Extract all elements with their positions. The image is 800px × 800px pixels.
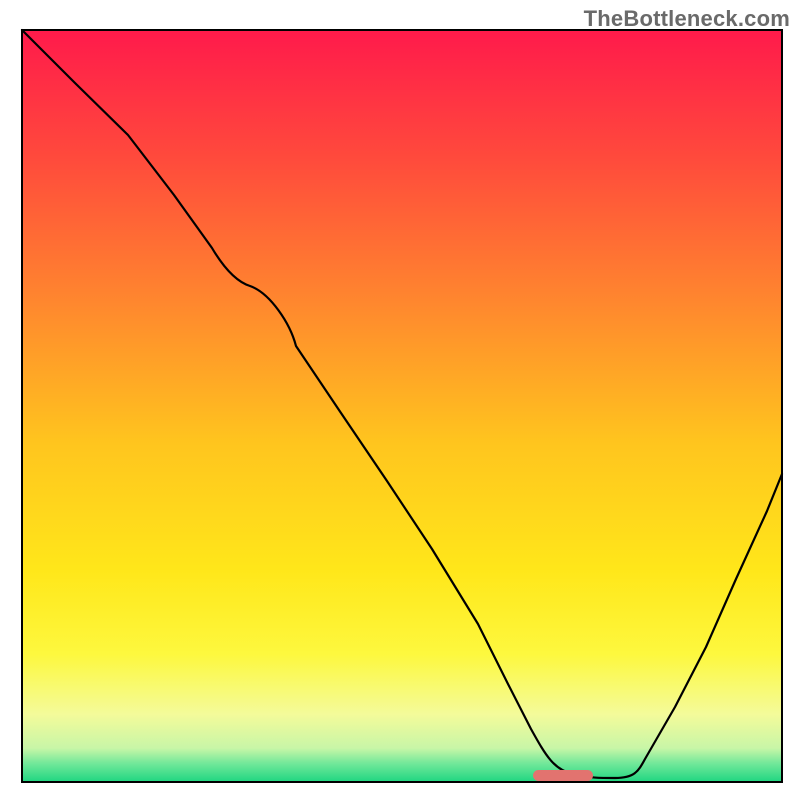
bottleneck-chart: TheBottleneck.com <box>0 0 800 800</box>
plot-background <box>22 30 782 782</box>
chart-canvas <box>0 0 800 800</box>
watermark-text: TheBottleneck.com <box>584 6 790 32</box>
optimal-point-marker <box>533 770 593 781</box>
